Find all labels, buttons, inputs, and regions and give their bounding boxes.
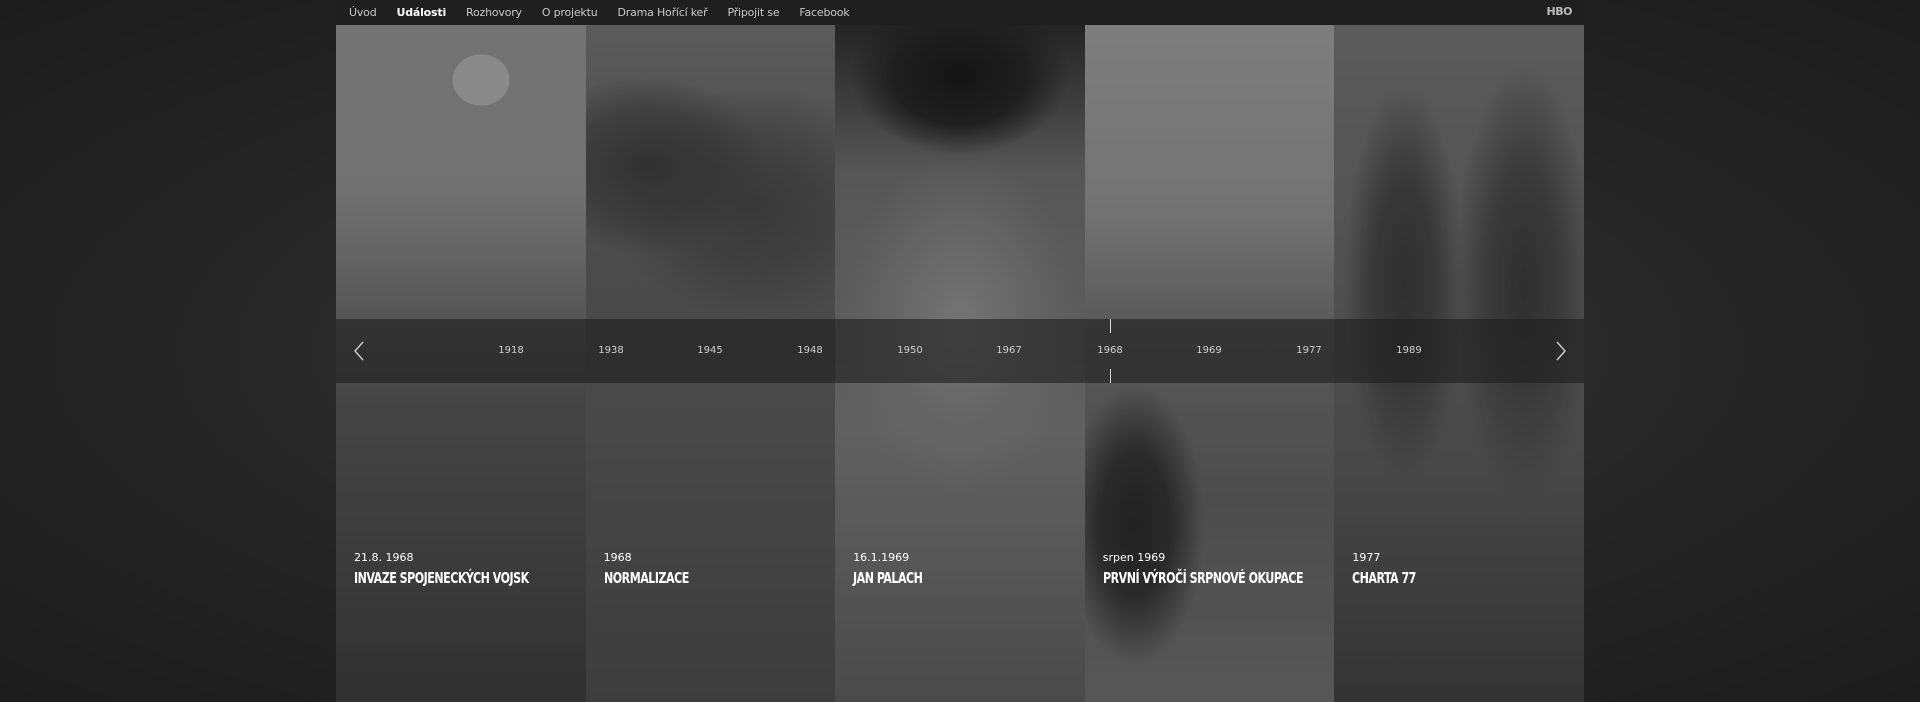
nav-item-rozhovory[interactable]: Rozhovory: [466, 6, 522, 19]
event-title: První výročí srpnové okupace: [1102, 569, 1304, 587]
timeline-year[interactable]: 1938: [598, 345, 623, 356]
timeline-year[interactable]: 1989: [1396, 345, 1421, 356]
top-navigation: Úvod Události Rozhovory O projektu Drama…: [336, 0, 1584, 25]
timeline-year[interactable]: 1967: [996, 345, 1021, 356]
nav-item-uvod[interactable]: Úvod: [349, 6, 377, 19]
nav-item-pripojit-se[interactable]: Připojit se: [727, 6, 779, 19]
nav-item-o-projektu[interactable]: O projektu: [542, 6, 598, 19]
event-caption: 1977 Charta 77: [1352, 551, 1430, 587]
timeline-marker-top: [1110, 319, 1111, 333]
timeline-bar: 1918 1938 1945 1948 1950 1967 1968 1969 …: [336, 319, 1584, 383]
event-date: 1968: [603, 551, 632, 564]
chevron-right-icon[interactable]: [1551, 339, 1571, 363]
event-title: Invaze spojeneckých vojsk: [354, 569, 529, 587]
event-caption: 16.1.1969 Jan Palach: [853, 551, 938, 587]
nav-item-drama[interactable]: Drama Hořící keř: [618, 6, 708, 19]
timeline-year[interactable]: 1969: [1196, 345, 1221, 356]
event-caption: srpen 1969 První výročí srpnové okupace: [1103, 551, 1335, 587]
event-caption: 21.8. 1968 Invaze spojeneckých vojsk: [354, 551, 567, 587]
timeline-year[interactable]: 1950: [897, 345, 922, 356]
nav-links: Úvod Události Rozhovory O projektu Drama…: [349, 0, 869, 25]
timeline-year-selected[interactable]: 1968: [1097, 345, 1122, 356]
event-date: 21.8. 1968: [354, 551, 414, 564]
timeline-marker-bottom: [1110, 369, 1111, 383]
chevron-left-icon[interactable]: [349, 339, 369, 363]
event-title: Jan Palach: [853, 569, 923, 587]
timeline-year[interactable]: 1948: [797, 345, 822, 356]
timeline-year[interactable]: 1945: [697, 345, 722, 356]
nav-item-facebook[interactable]: Facebook: [799, 6, 849, 19]
event-date: 16.1.1969: [853, 551, 910, 564]
nav-item-udalosti[interactable]: Události: [396, 6, 446, 19]
event-title: Normalizace: [603, 569, 689, 587]
site-frame: Úvod Události Rozhovory O projektu Drama…: [336, 0, 1584, 702]
hbo-logo[interactable]: HBO: [1547, 5, 1573, 18]
timeline-year[interactable]: 1918: [498, 345, 523, 356]
event-date: srpen 1969: [1102, 551, 1166, 564]
event-date: 1977: [1352, 551, 1381, 564]
event-title: Charta 77: [1352, 569, 1417, 587]
timeline-year[interactable]: 1977: [1296, 345, 1321, 356]
event-caption: 1968 Normalizace: [604, 551, 707, 587]
